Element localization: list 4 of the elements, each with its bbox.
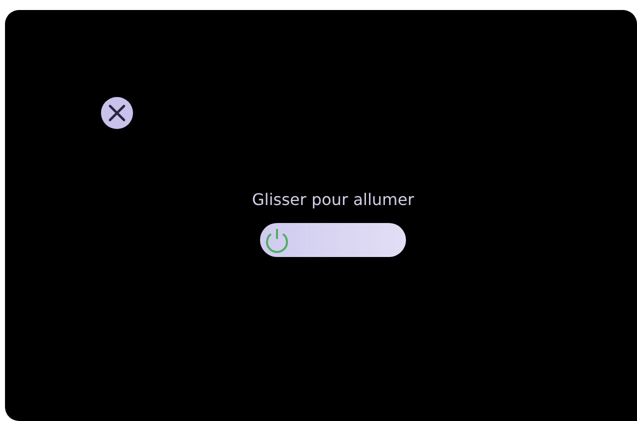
- close-icon: [100, 96, 134, 130]
- swipe-prompt: Glisser pour allumer: [252, 190, 414, 209]
- close-button[interactable]: [100, 96, 134, 130]
- power-slider[interactable]: [260, 223, 406, 257]
